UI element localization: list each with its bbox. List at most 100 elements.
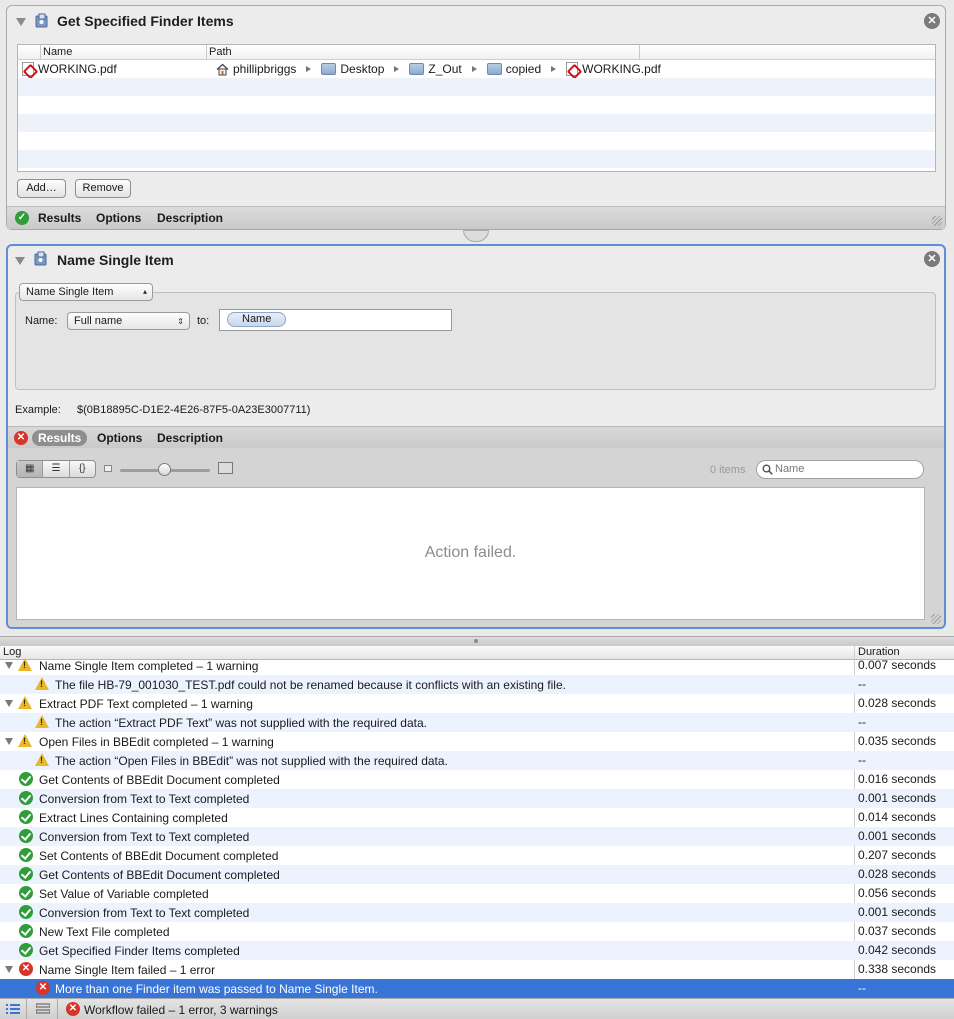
folder-icon [409,63,425,75]
disclosure-triangle-icon[interactable] [16,18,26,26]
tab-results[interactable]: Results [38,211,81,225]
log-duration: -- [858,715,866,729]
folder-icon [486,63,502,75]
error-icon: ✕ [14,431,28,445]
log-row[interactable]: ✕ Name Single Item failed – 1 error 0.338 … [0,960,954,979]
split-view-divider[interactable] [0,636,954,646]
log-duration: -- [858,753,866,767]
log-message: Set Contents of BBEdit Document complete… [39,849,279,863]
table-row[interactable]: WORKING.pdf phillipbriggs Desktop Z_Out … [18,60,935,78]
status-bar: ✕ Workflow failed – 1 error, 3 warnings [0,998,954,1019]
table-row-empty [18,78,935,96]
log-message: Conversion from Text to Text completed [39,830,250,844]
log-row[interactable]: Name Single Item completed – 1 warning 0.… [0,656,954,675]
show-log-icon[interactable] [6,1003,20,1015]
log-row[interactable]: New Text File completed 0.037 seconds [0,922,954,941]
results-search-field[interactable]: Name [756,460,924,479]
tab-options[interactable]: Options [97,431,142,445]
disclosure-triangle-icon[interactable] [5,966,13,973]
path-control[interactable]: phillipbriggs Desktop Z_Out copied WORKI… [216,62,661,76]
log-detail-row[interactable]: The file HB-79_001030_TEST.pdf could not… [0,675,954,694]
mode-popup-value: Name Single Item [26,286,114,298]
log-row[interactable]: Get Specified Finder Items completed 0.04… [0,941,954,960]
path-separator-icon [306,66,312,72]
column-header-name[interactable]: Name [43,46,72,58]
path-segment-file[interactable]: WORKING.pdf [582,62,661,76]
log-detail-row[interactable]: The action “Extract PDF Text” was not su… [0,713,954,732]
popup-arrows-icon: ▴ [142,287,147,296]
log-duration: 0.001 seconds [858,829,937,843]
action-name-single-item[interactable]: Name Single Item ✕ Name Single Item ▴ Na… [6,244,946,629]
log-message: Extract Lines Containing completed [39,811,228,825]
automator-icon [35,13,48,28]
add-button[interactable]: Add… [17,179,66,198]
path-segment-desktop[interactable]: Desktop [340,62,384,76]
action-get-specified-finder-items[interactable]: Get Specified Finder Items ✕ Name Path W… [6,5,946,230]
warning-icon [35,753,49,766]
options-group-box [15,292,936,390]
resize-grip-icon[interactable] [932,216,942,226]
finder-items-table[interactable]: Name Path WORKING.pdf phillipbriggs Desk… [17,44,936,172]
close-icon[interactable]: ✕ [924,13,940,29]
log-row[interactable]: Extract Lines Containing completed 0.014 … [0,808,954,827]
resize-grip-icon[interactable] [931,614,941,624]
results-panel: ▦ ☰ {} 0 items Name Action failed. [8,448,944,627]
results-output-area: Action failed. [16,487,925,620]
path-segment-copied[interactable]: copied [506,62,541,76]
error-icon: ✕ [66,1002,80,1016]
new-name-field[interactable]: Name [219,309,452,331]
log-duration: 0.014 seconds [858,810,937,824]
list-view-icon[interactable]: ☰ [43,461,70,477]
tab-options[interactable]: Options [96,211,141,225]
disclosure-triangle-icon[interactable] [5,738,13,745]
path-separator-icon [394,66,400,72]
log-message: Open Files in BBEdit completed – 1 warni… [39,735,274,749]
code-view-icon[interactable]: {} [70,461,95,477]
slider-knob[interactable] [158,463,171,476]
tab-results[interactable]: Results [32,430,88,446]
action-header: Get Specified Finder Items ✕ [7,6,945,36]
log-row[interactable]: Get Contents of BBEdit Document complete… [0,770,954,789]
success-check-icon [19,905,33,919]
name-format-popup[interactable]: Full name ⇕ [67,312,190,330]
disclosure-triangle-icon[interactable] [5,662,13,669]
log-row[interactable]: Conversion from Text to Text completed 0.… [0,789,954,808]
mode-popup[interactable]: Name Single Item ▴ [19,283,153,301]
grid-view-icon[interactable]: ▦ [17,461,44,477]
action-title: Name Single Item [57,252,174,268]
remove-button[interactable]: Remove [75,179,131,198]
show-variables-icon[interactable] [36,1003,50,1015]
disclosure-triangle-icon[interactable] [5,700,13,707]
home-icon [216,63,229,75]
tab-description[interactable]: Description [157,431,223,445]
log-row[interactable]: Extract PDF Text completed – 1 warning 0.… [0,694,954,713]
log-row[interactable]: Set Contents of BBEdit Document complete… [0,846,954,865]
name-token[interactable]: Name [227,312,287,327]
log-message: Conversion from Text to Text completed [39,792,250,806]
log-detail-row[interactable]: ✕ More than one Finder item was passed to… [0,979,954,998]
success-check-icon [19,867,33,881]
path-segment-home[interactable]: phillipbriggs [233,62,296,76]
path-separator-icon [551,66,557,72]
success-check-icon [19,810,33,824]
log-duration: 0.042 seconds [858,943,937,957]
action-title: Get Specified Finder Items [57,13,234,29]
automator-icon [34,251,47,266]
log-row[interactable]: Open Files in BBEdit completed – 1 warni… [0,732,954,751]
log-detail-row[interactable]: The action “Open Files in BBEdit” was no… [0,751,954,770]
tab-description[interactable]: Description [157,211,223,225]
log-duration: 0.207 seconds [858,848,937,862]
log-row[interactable]: Get Contents of BBEdit Document complete… [0,865,954,884]
log-row[interactable]: Conversion from Text to Text completed 0.… [0,903,954,922]
log-message: Get Contents of BBEdit Document complete… [39,868,280,882]
log-row[interactable]: Conversion from Text to Text completed 0.… [0,827,954,846]
disclosure-triangle-icon[interactable] [15,257,25,265]
view-mode-segmented-control[interactable]: ▦ ☰ {} [16,460,96,478]
column-header-path[interactable]: Path [209,46,232,58]
close-icon[interactable]: ✕ [924,251,940,267]
path-segment-z-out[interactable]: Z_Out [428,62,461,76]
log-duration: 0.001 seconds [858,905,937,919]
log-row[interactable]: Set Value of Variable completed 0.056 sec… [0,884,954,903]
file-name: WORKING.pdf [38,62,117,76]
workflow-log-table[interactable]: Log Duration Name Single Item completed … [0,646,954,998]
